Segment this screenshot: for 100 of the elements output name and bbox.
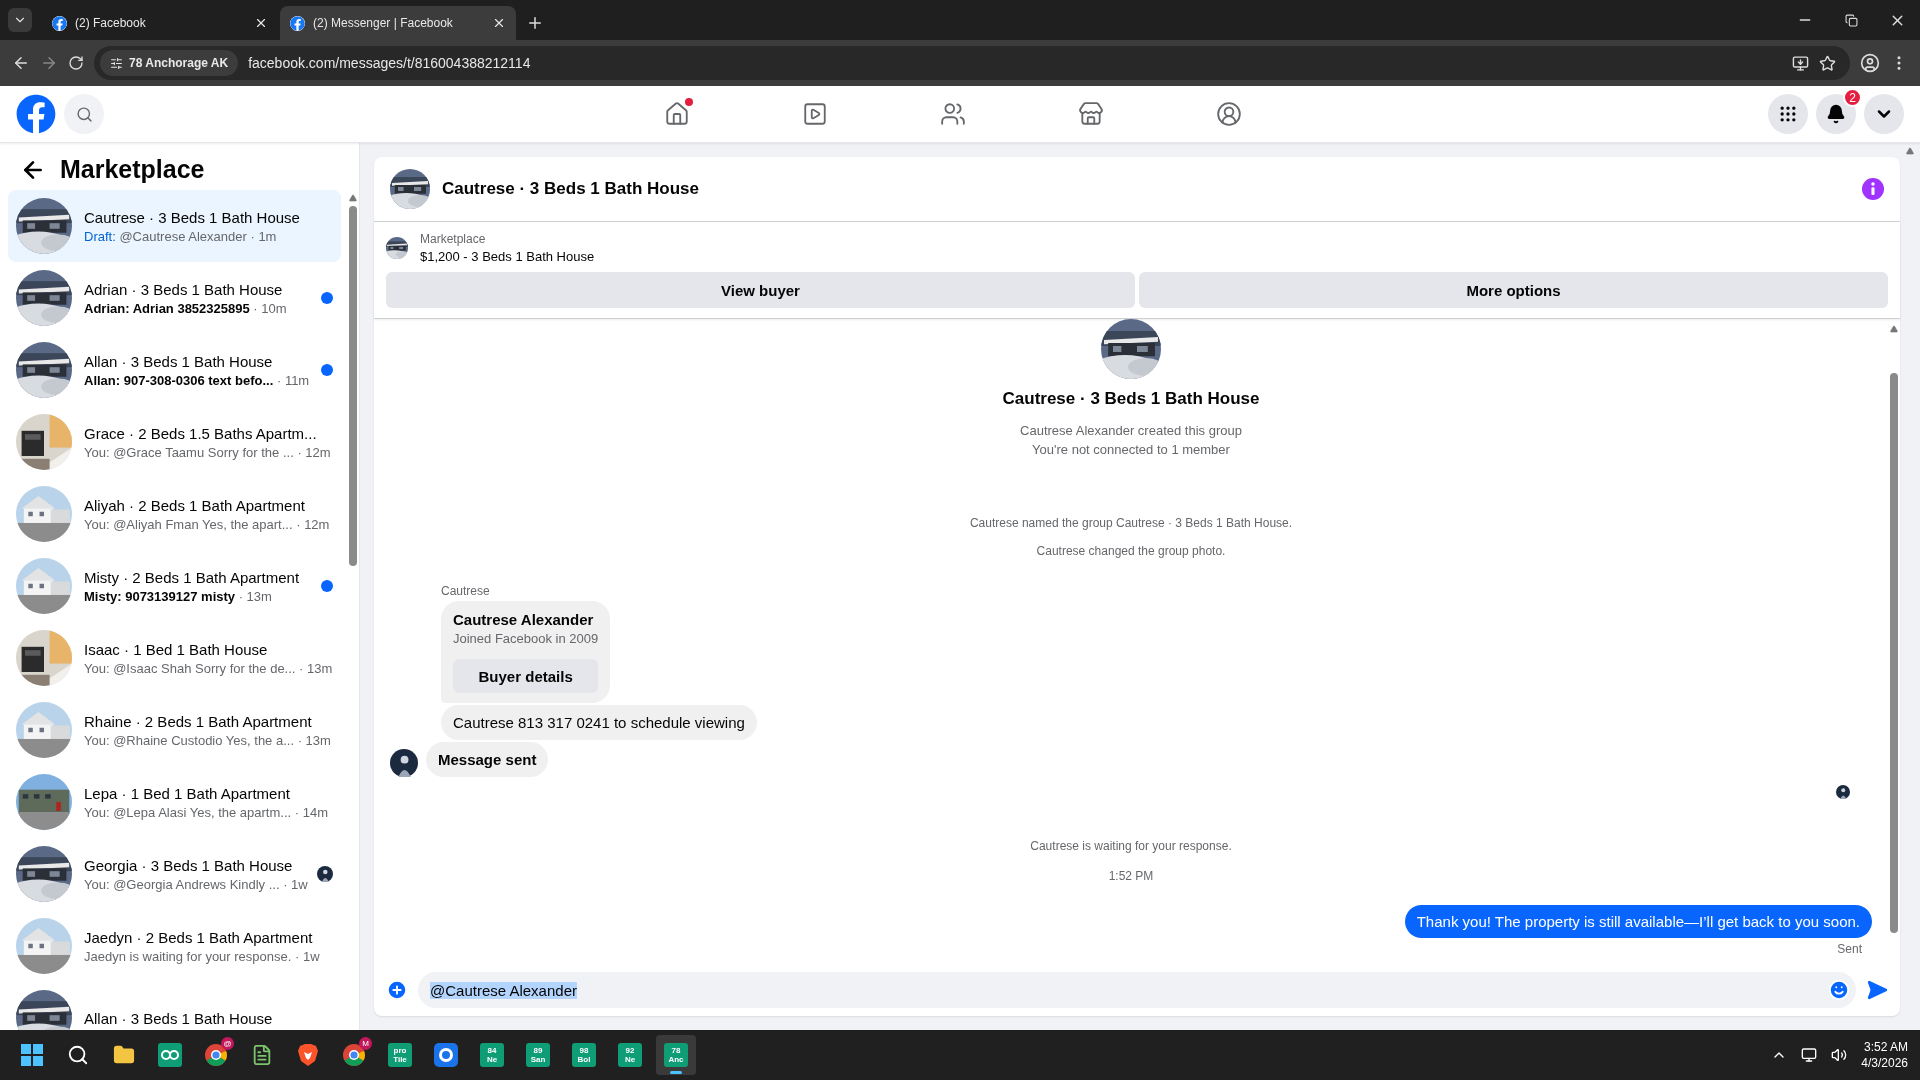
home-icon bbox=[664, 101, 690, 127]
conversation-title: Cautrese · 3 Beds 1 Bath House bbox=[84, 208, 301, 226]
tile-icon: 89 San bbox=[526, 1043, 550, 1067]
video-icon bbox=[802, 101, 828, 127]
profile-name: Cautrese Alexander bbox=[453, 611, 595, 628]
buyer-details-button[interactable]: Buyer details bbox=[453, 659, 599, 693]
system-message: Cautrese is waiting for your response. bbox=[1030, 839, 1232, 853]
notepad-icon bbox=[251, 1044, 273, 1066]
folder-icon bbox=[113, 1044, 135, 1066]
clock[interactable]: 3:52 AM 4/3/2026 bbox=[1861, 1040, 1908, 1070]
site-settings-icon bbox=[110, 56, 123, 70]
timestamp: 1:52 PM bbox=[1108, 869, 1154, 883]
add-icon[interactable] bbox=[386, 979, 408, 1001]
conversation-preview: You: @Grace Taamu Sorry for the ... · 12m bbox=[84, 444, 332, 460]
conversation-title: Aliyah · 2 Beds 1 Bath Apartment bbox=[84, 496, 306, 514]
conversation-item[interactable]: Adrian · 3 Beds 1 Bath House Adrian: Adrian 3852325895 · 10m bbox=[8, 262, 341, 334]
people-icon bbox=[940, 101, 966, 127]
conversation-preview: Jaedyn is waiting for your response. · 1w bbox=[84, 948, 321, 964]
back-icon[interactable] bbox=[12, 54, 30, 72]
user-avatar bbox=[317, 866, 333, 882]
conversation-item[interactable]: Misty · 2 Beds 1 Bath Apartment Misty: 9073139127 misty · 13m bbox=[8, 550, 341, 622]
emoji-icon[interactable] bbox=[1828, 979, 1850, 1001]
conversation-preview: Adrian: Adrian 3852325895 · 10m bbox=[84, 300, 288, 316]
conversation-title: Grace · 2 Beds 1.5 Baths Apartm... bbox=[84, 424, 318, 442]
conversation-preview: Draft: @Cautrese Alexander · 1m bbox=[84, 228, 278, 244]
conversation-title: Allan · 3 Beds 1 Bath House bbox=[84, 1009, 274, 1027]
action-button[interactable]: More options bbox=[1139, 272, 1888, 308]
listing-title[interactable]: $1,200 - 3 Beds 1 Bath House bbox=[420, 249, 595, 264]
tile-icon: 78 Anc bbox=[664, 1043, 688, 1067]
message-bubble: Cautrese 813 317 0241 to schedule viewing bbox=[441, 705, 757, 740]
profile-detail: Joined Facebook in 2009 bbox=[453, 631, 599, 646]
tile-icon: 92 Ne bbox=[618, 1043, 642, 1067]
chrome-button[interactable]: @ bbox=[196, 1035, 236, 1075]
listing-label: Marketplace bbox=[420, 232, 487, 246]
bell-icon bbox=[1826, 104, 1846, 124]
system-message: Cautrese named the group Cautrese · 3 Beds 1 Bath House. bbox=[969, 516, 1293, 530]
conversation-preview: Misty: 9073139127 misty · 13m bbox=[84, 588, 273, 604]
conversation-item[interactable]: Lepa · 1 Bed 1 Bath Apartment You: @Lepa Alasi Yes, the apartm... · 14m bbox=[8, 766, 341, 838]
grid-icon bbox=[1778, 104, 1798, 124]
message-bubble: Thank you! The property is still available—I’ll get back to you soon. bbox=[1404, 905, 1872, 938]
network-icon[interactable] bbox=[1801, 1047, 1818, 1063]
menu-button[interactable] bbox=[1768, 94, 1808, 134]
volume-icon[interactable] bbox=[1831, 1047, 1848, 1063]
conversation-title: Allan · 3 Beds 1 Bath House bbox=[84, 352, 274, 370]
ring-icon bbox=[434, 1043, 458, 1067]
address-bar[interactable]: 78 Anchorage AK facebook.com/messages/t/816004388212114 bbox=[94, 46, 1850, 80]
unread-dot bbox=[321, 292, 333, 304]
new-tab-icon[interactable] bbox=[526, 14, 544, 32]
windows-icon bbox=[21, 1044, 43, 1066]
browser-tab[interactable]: (2) Messenger | Facebook bbox=[280, 6, 516, 40]
conversation-item[interactable]: Aliyah · 2 Beds 1 Bath Apartment You: @Aliyah Fman Yes, the apart... · 12m bbox=[8, 478, 341, 550]
rings-icon bbox=[158, 1043, 182, 1067]
facebook-icon bbox=[290, 15, 305, 31]
message-field[interactable]: @Cautrese Alexander bbox=[418, 972, 1856, 1008]
conversation-title: Misty · 2 Beds 1 Bath Apartment bbox=[84, 568, 301, 586]
group-info: Cautrese Alexander created this group bbox=[1020, 423, 1242, 438]
conversation-title: Lepa · 1 Bed 1 Bath Apartment bbox=[84, 784, 291, 802]
conversation-item[interactable]: Cautrese · 3 Beds 1 Bath House Draft: @Cautrese Alexander · 1m bbox=[8, 190, 341, 262]
unread-dot bbox=[321, 580, 333, 592]
action-button[interactable]: View buyer bbox=[386, 272, 1135, 308]
conversation-title: Isaac · 1 Bed 1 Bath House bbox=[84, 640, 269, 658]
search-icon bbox=[75, 105, 93, 123]
info-icon[interactable] bbox=[1862, 178, 1884, 200]
bookmark-icon[interactable] bbox=[1819, 54, 1836, 72]
tile-icon: 84 Ne bbox=[480, 1043, 504, 1067]
conversation-item[interactable]: Rhaine · 2 Beds 1 Bath Apartment You: @Rhaine Custodio Yes, the a... · 13m bbox=[8, 694, 341, 766]
message-status: Sent bbox=[1837, 942, 1862, 956]
facebook-logo[interactable] bbox=[16, 94, 56, 134]
conversation-item[interactable]: Grace · 2 Beds 1.5 Baths Apartm... You: @Grace Taamu Sorry for the ... · 12m bbox=[8, 406, 341, 478]
chrome-button[interactable]: M bbox=[334, 1035, 374, 1075]
scroll-up-icon[interactable] bbox=[1890, 325, 1898, 333]
profile-icon[interactable] bbox=[1860, 53, 1880, 73]
conversation-item[interactable]: Allan · 3 Beds 1 Bath House Allan: 907-308-0306 text befo... · 11m bbox=[8, 334, 341, 406]
conversation-item[interactable]: Isaac · 1 Bed 1 Bath House You: @Isaac Shah Sorry for the de... · 13m bbox=[8, 622, 341, 694]
scroll-up-icon[interactable] bbox=[349, 194, 357, 202]
scroll-up-icon[interactable] bbox=[1906, 147, 1914, 155]
user-avatar bbox=[390, 749, 418, 777]
facebook-icon bbox=[52, 15, 67, 31]
restore-icon[interactable] bbox=[1844, 13, 1858, 27]
conversation-preview: Allan: 907-308-0306 text befo... · 11m bbox=[84, 372, 309, 388]
store-icon bbox=[1078, 101, 1104, 127]
conversation-item[interactable]: Georgia · 3 Beds 1 Bath House You: @Georgia Andrews Kindly ... · 1w bbox=[8, 838, 341, 910]
forward-icon[interactable] bbox=[40, 54, 58, 72]
conversation-item[interactable]: Jaedyn · 2 Beds 1 Bath Apartment Jaedyn is waiting for your response. · 1w bbox=[8, 910, 341, 982]
user-avatar bbox=[1836, 785, 1850, 799]
send-icon[interactable] bbox=[1866, 979, 1888, 1001]
tab-search-button[interactable] bbox=[8, 8, 32, 32]
account-button[interactable] bbox=[1864, 94, 1904, 134]
sidebar-title: Marketplace bbox=[60, 155, 205, 184]
conversation-preview: You: @Lepa Alasi Yes, the apartm... · 14m bbox=[84, 804, 329, 820]
close-icon[interactable] bbox=[492, 16, 506, 30]
unread-dot bbox=[321, 364, 333, 376]
conversation-title: Jaedyn · 2 Beds 1 Bath Apartment bbox=[84, 928, 314, 946]
browser-tab[interactable]: (2) Facebook bbox=[42, 6, 278, 40]
system-message: Cautrese changed the group photo. bbox=[1036, 544, 1226, 558]
sender-name: Cautrese bbox=[441, 584, 491, 598]
install-icon[interactable] bbox=[1792, 54, 1809, 72]
close-icon[interactable] bbox=[254, 16, 268, 30]
tile-icon: 98 Bol bbox=[572, 1043, 596, 1067]
reload-icon[interactable] bbox=[68, 55, 84, 71]
